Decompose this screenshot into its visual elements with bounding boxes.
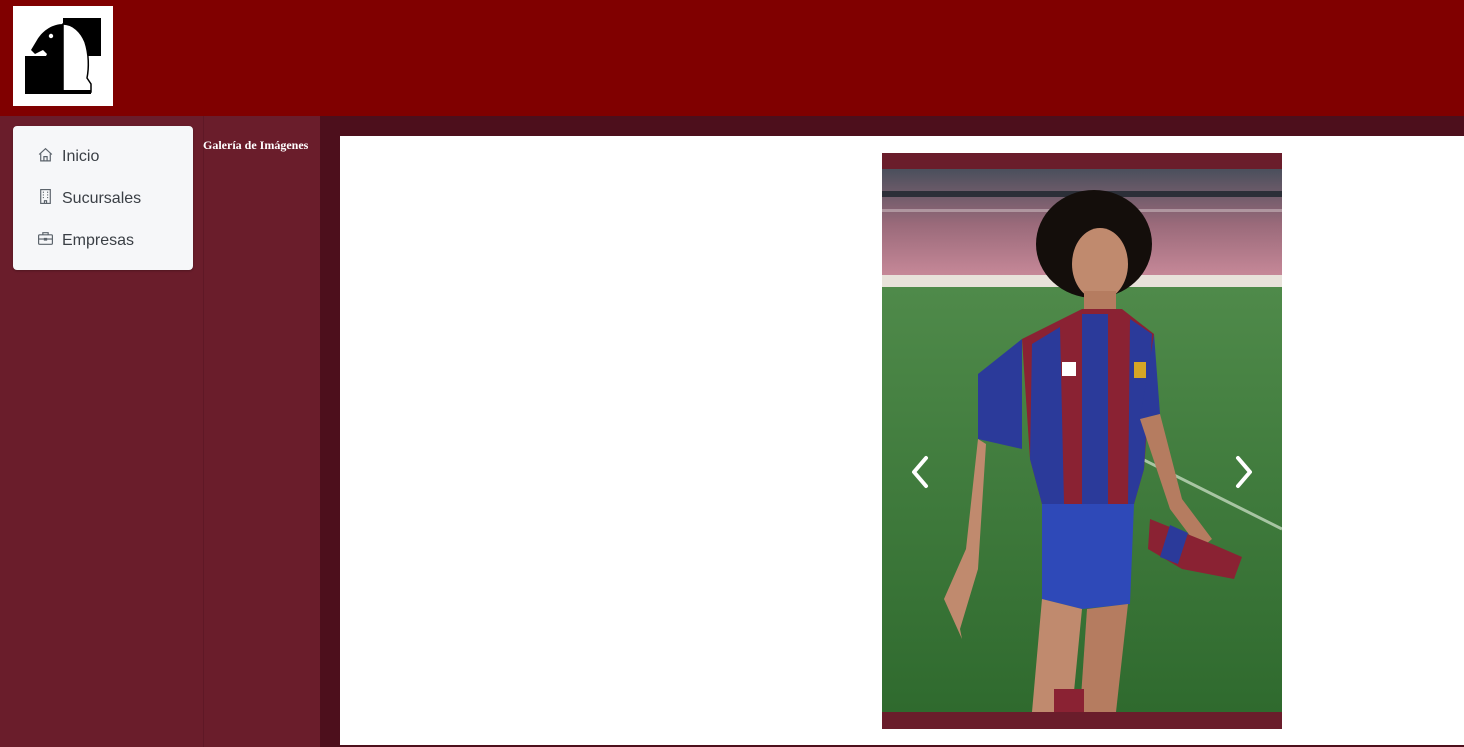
- top-header: [0, 0, 1464, 116]
- nav-item-label: Sucursales: [62, 190, 142, 207]
- nav-menu: Inicio Sucursales Empresas: [13, 126, 193, 270]
- carousel-next-button[interactable]: [1226, 452, 1262, 496]
- nav-item-label: Inicio: [62, 148, 100, 165]
- image-carousel: [882, 153, 1282, 729]
- nav-item-label: Empresas: [62, 232, 135, 249]
- chevron-left-icon: [909, 455, 931, 493]
- building-icon: [37, 188, 54, 210]
- chess-knight-logo[interactable]: [13, 6, 113, 106]
- carousel-prev-button[interactable]: [902, 452, 938, 496]
- gallery-title: Galería de Imágenes: [203, 138, 309, 152]
- nav-item-sucursales[interactable]: Sucursales: [37, 186, 141, 212]
- carousel-image: [882, 169, 1282, 712]
- home-icon: [37, 146, 54, 168]
- nav-item-empresas[interactable]: Empresas: [37, 228, 134, 254]
- section-column: [203, 116, 321, 747]
- briefcase-icon: [37, 230, 54, 252]
- chevron-right-icon: [1233, 455, 1255, 493]
- nav-item-inicio[interactable]: Inicio: [37, 144, 99, 170]
